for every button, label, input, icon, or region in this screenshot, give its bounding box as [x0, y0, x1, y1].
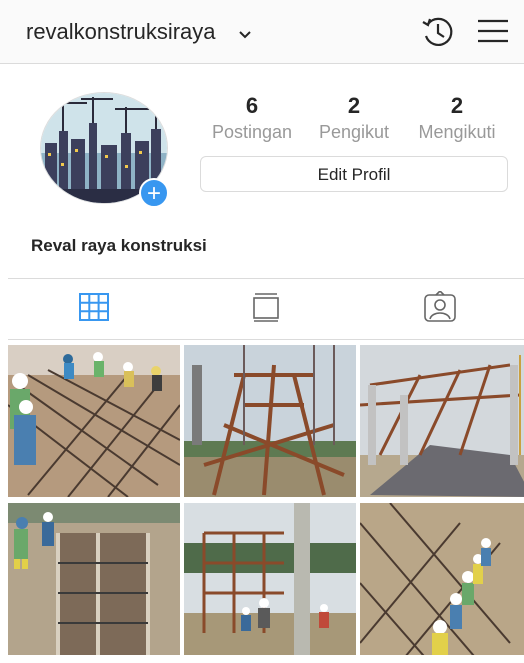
tagged-person-icon — [424, 291, 456, 322]
post-thumbnail[interactable] — [360, 345, 524, 497]
post-thumbnail[interactable] — [8, 345, 180, 497]
stat-label: Postingan — [211, 122, 293, 142]
top-bar: revalkonstruksiraya — [0, 0, 524, 64]
history-icon[interactable] — [420, 14, 456, 50]
tab-tagged[interactable] — [352, 279, 524, 339]
stat-label: Mengikuti — [418, 122, 496, 142]
post-thumbnail[interactable] — [184, 345, 356, 497]
grid-icon — [79, 293, 109, 321]
stat-value: 6 — [245, 93, 259, 118]
stat-posts[interactable]: 6 Postingan — [204, 93, 300, 145]
stat-label: Pengikut — [318, 122, 390, 142]
add-story-plus-icon[interactable]: + — [139, 178, 169, 208]
posts-grid — [8, 345, 524, 663]
stat-value: 2 — [347, 93, 361, 118]
stat-following[interactable]: 2 Mengikuti — [410, 93, 504, 145]
tab-igtv[interactable] — [180, 279, 352, 339]
stat-followers[interactable]: 2 Pengikut — [312, 93, 396, 145]
post-thumbnail[interactable] — [184, 503, 356, 655]
profile-display-name: Reval raya konstruksi — [31, 236, 207, 255]
edit-profile-button[interactable]: Edit Profil — [200, 156, 508, 192]
profile-tabs — [8, 278, 524, 340]
tab-grid[interactable] — [8, 279, 180, 339]
stat-value: 2 — [450, 93, 464, 118]
account-username[interactable]: revalkonstruksiraya — [26, 19, 216, 45]
post-thumbnail[interactable] — [360, 503, 524, 655]
hamburger-menu-icon[interactable] — [476, 16, 510, 46]
tv-icon — [253, 293, 279, 322]
post-thumbnail[interactable] — [8, 503, 180, 655]
chevron-down-icon[interactable] — [238, 28, 252, 42]
